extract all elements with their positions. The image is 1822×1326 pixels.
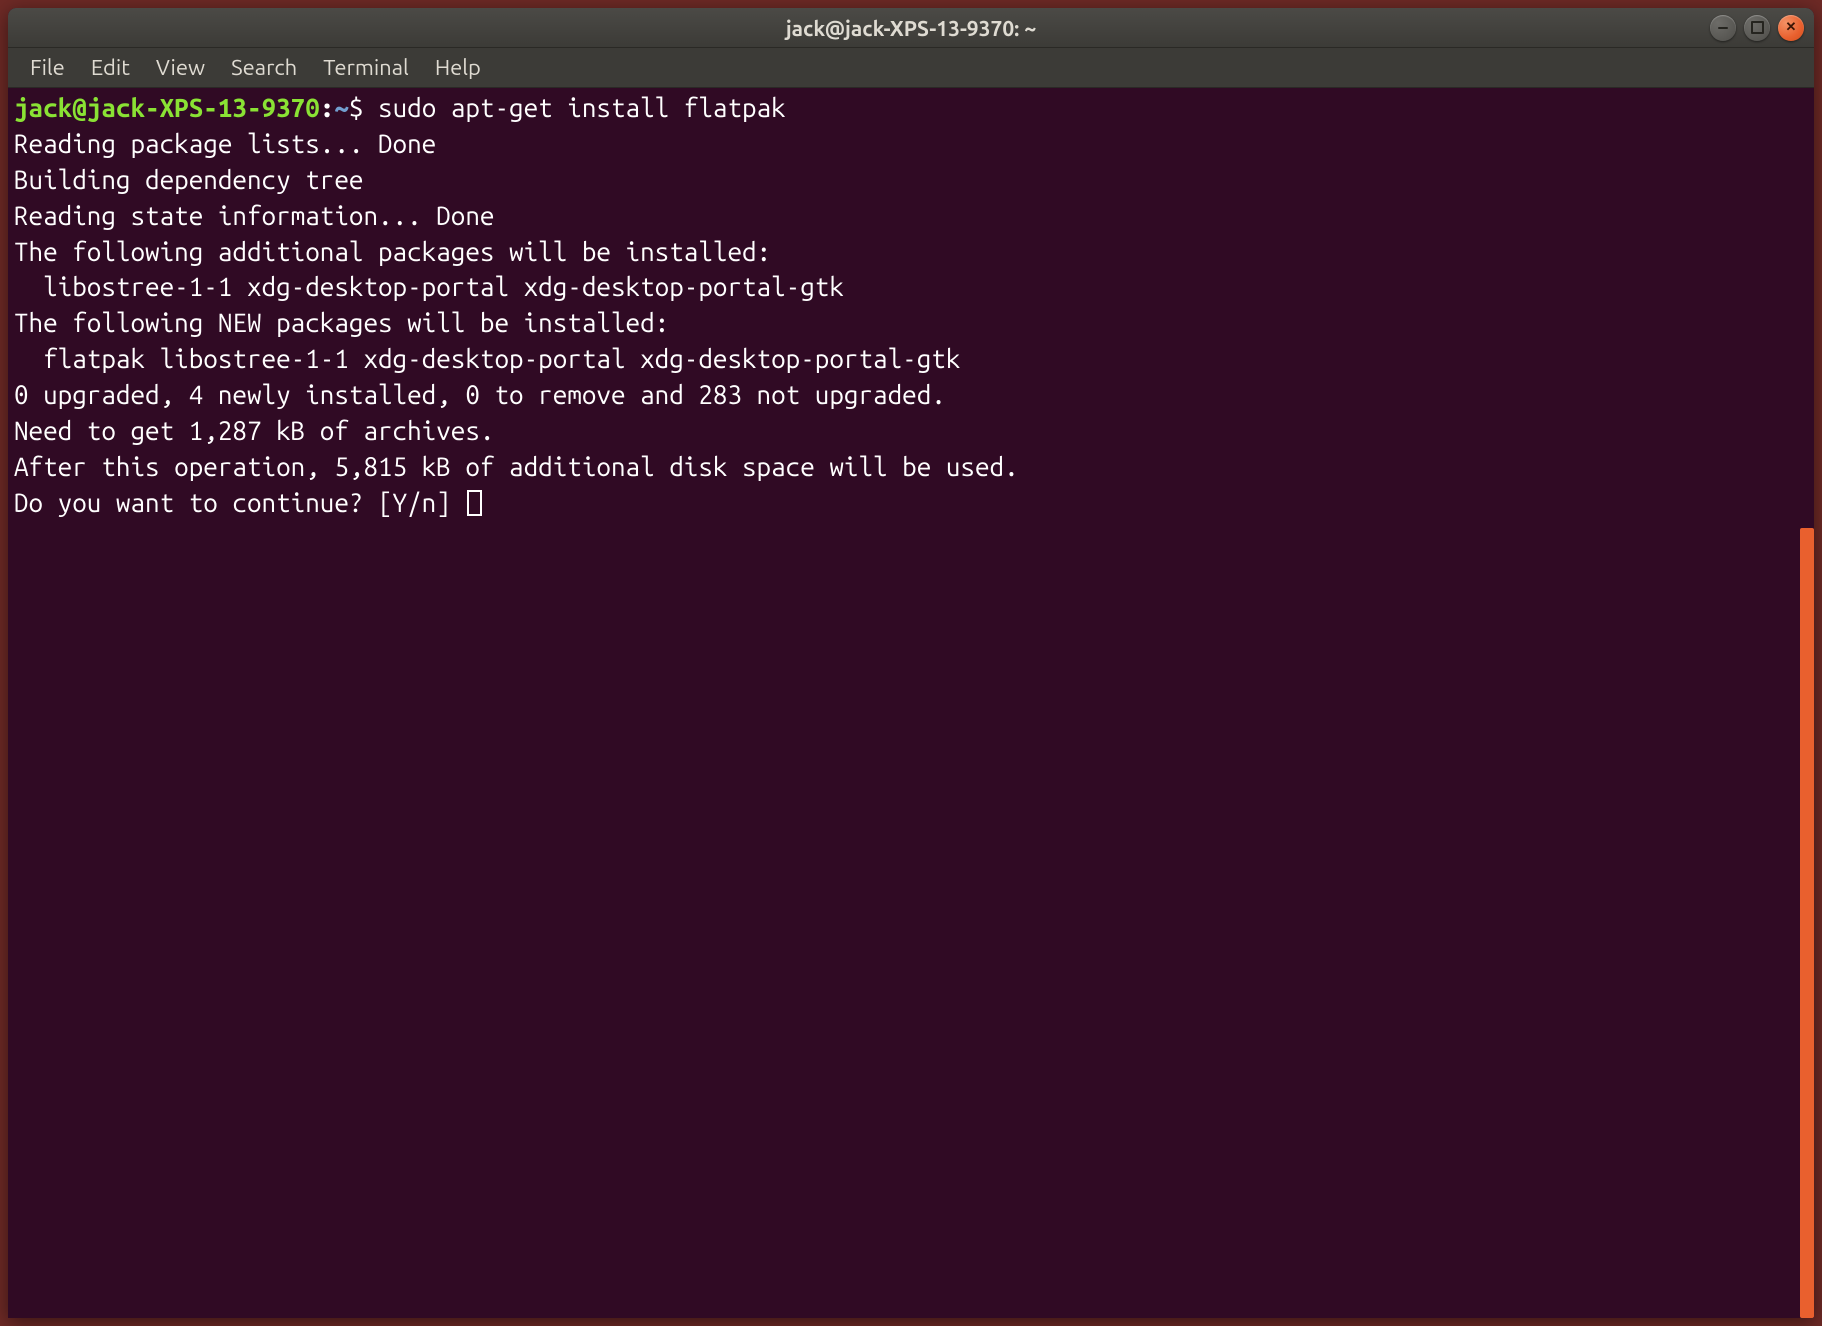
close-button[interactable] [1778, 15, 1804, 41]
menubar: File Edit View Search Terminal Help [8, 48, 1814, 88]
prompt-path: ~ [334, 93, 349, 122]
menu-help[interactable]: Help [423, 51, 493, 84]
prompt-user-host: jack@jack-XPS-13-9370 [14, 93, 320, 122]
window-title: jack@jack-XPS-13-9370: ~ [786, 16, 1036, 40]
menu-terminal[interactable]: Terminal [311, 51, 421, 84]
output-line: Reading package lists... Done [14, 129, 436, 158]
menu-view[interactable]: View [144, 51, 217, 84]
output-line: 0 upgraded, 4 newly installed, 0 to remo… [14, 380, 946, 409]
scrollbar-thumb[interactable] [1800, 528, 1814, 1318]
output-line: The following additional packages will b… [14, 237, 771, 266]
output-line: The following NEW packages will be insta… [14, 308, 669, 337]
maximize-button[interactable] [1744, 15, 1770, 41]
output-line: Reading state information... Done [14, 201, 494, 230]
output-line: Need to get 1,287 kB of archives. [14, 416, 494, 445]
prompt-colon: : [320, 93, 335, 122]
menu-file[interactable]: File [18, 51, 77, 84]
window-controls [1710, 15, 1804, 41]
prompt-dollar: $ [349, 93, 378, 122]
terminal-window: jack@jack-XPS-13-9370: ~ File Edit View … [8, 8, 1814, 1318]
output-line: After this operation, 5,815 kB of additi… [14, 452, 1019, 481]
command-text: sudo apt-get install flatpak [378, 93, 786, 122]
cursor-icon [467, 490, 482, 516]
menu-edit[interactable]: Edit [79, 51, 142, 84]
scrollbar-track[interactable] [1798, 528, 1814, 1318]
terminal-viewport[interactable]: jack@jack-XPS-13-9370:~$ sudo apt-get in… [8, 88, 1814, 1318]
terminal-content[interactable]: jack@jack-XPS-13-9370:~$ sudo apt-get in… [8, 88, 1814, 523]
output-line: Building dependency tree [14, 165, 363, 194]
menu-search[interactable]: Search [219, 51, 309, 84]
output-line: flatpak libostree-1-1 xdg-desktop-portal… [14, 344, 960, 373]
minimize-button[interactable] [1710, 15, 1736, 41]
window-titlebar[interactable]: jack@jack-XPS-13-9370: ~ [8, 8, 1814, 48]
output-line: libostree-1-1 xdg-desktop-portal xdg-des… [14, 272, 844, 301]
output-line: Do you want to continue? [Y/n] [14, 488, 465, 517]
